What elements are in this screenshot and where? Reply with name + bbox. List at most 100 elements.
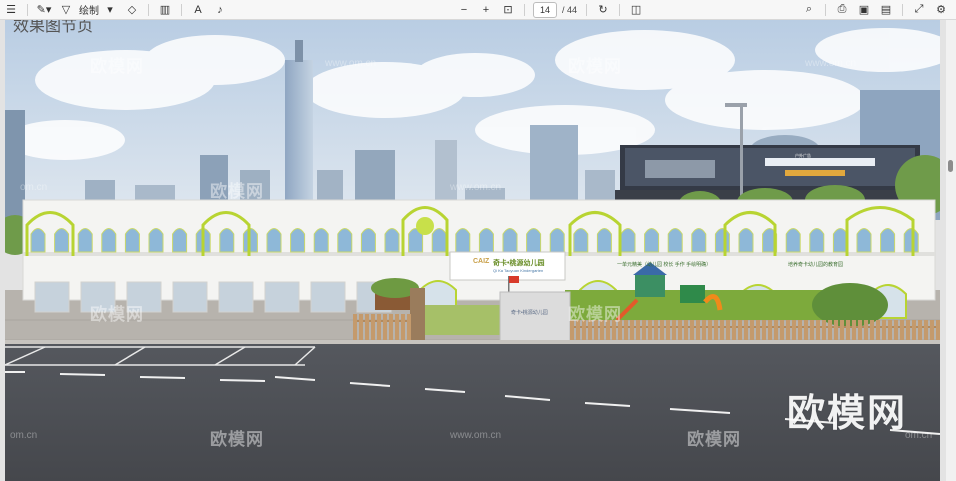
page-heading-fragment: 效果图节页 bbox=[13, 20, 94, 35]
pdf-toolbar: ☰ ✎▾ ▽ 绘制 ▾ ◇ ▥ A ♪ − + ⊡ 14 / 44 ↻ ◫ ⌕ … bbox=[0, 0, 956, 20]
document-viewer[interactable]: 效果图节页 欧模网 欧模网 www.om.cn www.om.cn 欧模网 om… bbox=[0, 20, 946, 481]
fullscreen-icon[interactable]: ⤢ bbox=[911, 2, 927, 18]
save-as-icon[interactable]: ▤ bbox=[878, 2, 894, 18]
upper-arched-window bbox=[337, 228, 353, 253]
text-icon[interactable]: A bbox=[190, 2, 206, 18]
toolbar-divider bbox=[825, 3, 826, 16]
upper-arched-window bbox=[856, 228, 872, 253]
upper-arched-window bbox=[644, 228, 660, 253]
watermark: 欧模网 bbox=[210, 182, 264, 201]
page-number-input[interactable]: 14 bbox=[533, 1, 557, 18]
upper-arched-window bbox=[809, 228, 825, 253]
toolbar-divider bbox=[181, 3, 182, 16]
upper-arched-window bbox=[573, 228, 589, 253]
billboard-text: 户外广告 bbox=[795, 153, 811, 158]
vertical-scrollbar[interactable] bbox=[946, 20, 956, 481]
upper-arched-window bbox=[667, 228, 683, 253]
upper-arched-window bbox=[360, 228, 376, 253]
fit-page-icon[interactable]: ⊡ bbox=[500, 2, 516, 18]
lower-window bbox=[264, 281, 300, 313]
highlight-icon[interactable]: ✎▾ bbox=[36, 2, 52, 18]
toolbar-divider bbox=[524, 3, 525, 16]
gate-sign-text: 奇卡•桃源幼儿园 bbox=[511, 310, 548, 316]
chevron-down-icon[interactable]: ▾ bbox=[102, 2, 118, 18]
watermark: 欧模网 bbox=[90, 57, 144, 76]
fence-picket bbox=[401, 314, 405, 340]
toolbar-center-group: − + ⊡ 14 / 44 ↻ ◫ bbox=[453, 1, 647, 18]
pdf-page: 效果图节页 欧模网 欧模网 www.om.cn www.om.cn 欧模网 om… bbox=[5, 20, 940, 481]
settings-icon[interactable]: ⚙ bbox=[933, 2, 949, 18]
upper-arched-window bbox=[266, 228, 282, 253]
upper-arched-window bbox=[549, 228, 565, 253]
print-icon[interactable]: ⎙ bbox=[834, 2, 850, 18]
watermark: 欧模网 bbox=[568, 57, 622, 76]
brand-watermark-large: 欧模网 bbox=[787, 393, 908, 435]
upper-arched-window bbox=[502, 228, 518, 253]
upper-arched-window bbox=[172, 228, 188, 253]
fence-picket bbox=[407, 314, 411, 340]
upper-arched-window bbox=[431, 228, 447, 253]
split-view-icon[interactable]: ▥ bbox=[157, 2, 173, 18]
upper-arched-window bbox=[313, 228, 329, 253]
watermark-url: www.om.cn bbox=[450, 430, 502, 441]
watermark-url: om.cn bbox=[10, 430, 38, 441]
upper-arched-window bbox=[691, 228, 707, 253]
upper-arched-window bbox=[455, 228, 471, 253]
save-icon[interactable]: ▣ bbox=[856, 2, 872, 18]
upper-arched-window bbox=[30, 228, 46, 253]
upper-arched-window bbox=[620, 228, 636, 253]
school-sign-logo: CAIZ bbox=[473, 258, 490, 265]
flag bbox=[509, 276, 519, 283]
upper-arched-window bbox=[124, 228, 140, 253]
eraser-icon[interactable]: ◇ bbox=[124, 2, 140, 18]
school-sign-subtitle: Qi Ka Taoyuan Kindergarten bbox=[493, 268, 544, 273]
courtyard-lawn bbox=[425, 305, 505, 335]
upper-arched-window bbox=[290, 228, 306, 253]
watermark: 欧模网 bbox=[568, 305, 622, 324]
fence-picket bbox=[383, 314, 387, 340]
toolbar-divider bbox=[586, 3, 588, 16]
zoom-out-icon[interactable]: − bbox=[456, 2, 472, 18]
fence-picket bbox=[395, 314, 399, 340]
two-page-icon[interactable]: ◫ bbox=[628, 2, 644, 18]
upper-arched-window bbox=[714, 228, 730, 253]
upper-arched-window bbox=[526, 228, 542, 253]
toolbar-divider bbox=[148, 3, 149, 16]
watermark: 欧模网 bbox=[687, 430, 741, 449]
upper-arched-window bbox=[77, 228, 93, 253]
lower-window bbox=[172, 281, 208, 313]
toolbar-left-group: ☰ ✎▾ ▽ 绘制 ▾ ◇ ▥ A ♪ bbox=[0, 2, 231, 18]
flower-ornament bbox=[416, 217, 434, 235]
facade-slogan: 一单元精美（幼儿园 校长 手作 手绘明确） bbox=[617, 262, 712, 268]
fence-picket bbox=[365, 314, 369, 340]
draw-icon[interactable]: ▽ bbox=[58, 2, 74, 18]
watermark-url: www.om.cn bbox=[325, 58, 377, 69]
watermark: 欧模网 bbox=[90, 305, 144, 324]
upper-arched-window bbox=[596, 228, 612, 253]
school-sign-name: 奇卡•桃源幼儿园 bbox=[493, 260, 545, 267]
zoom-in-icon[interactable]: + bbox=[478, 2, 494, 18]
read-aloud-icon[interactable]: ♪ bbox=[212, 2, 228, 18]
curb bbox=[5, 340, 940, 344]
watermark-url: www.om.cn bbox=[805, 58, 857, 69]
upper-arched-window bbox=[478, 228, 494, 253]
toolbar-divider bbox=[27, 3, 28, 16]
fence-picket bbox=[389, 314, 393, 340]
watermark-url: www.om.cn bbox=[450, 182, 502, 193]
fence-picket bbox=[371, 314, 375, 340]
toolbar-divider bbox=[902, 3, 903, 16]
draw-label[interactable]: 绘制 bbox=[79, 2, 99, 17]
upper-arched-window bbox=[903, 228, 919, 253]
watermark-url: om.cn bbox=[20, 182, 48, 193]
upper-arched-window bbox=[101, 228, 117, 253]
page-total: / 44 bbox=[562, 4, 578, 15]
scrollbar-thumb[interactable] bbox=[948, 160, 953, 172]
outline-icon[interactable]: ☰ bbox=[3, 2, 19, 18]
lower-window bbox=[34, 281, 70, 313]
rotate-icon[interactable]: ↻ bbox=[595, 2, 611, 18]
toolbar-divider bbox=[619, 3, 621, 16]
gate-pillar bbox=[410, 288, 425, 348]
search-icon[interactable]: ⌕ bbox=[801, 2, 817, 18]
upper-arched-window bbox=[384, 228, 400, 253]
gate-sign-wall bbox=[499, 291, 571, 343]
